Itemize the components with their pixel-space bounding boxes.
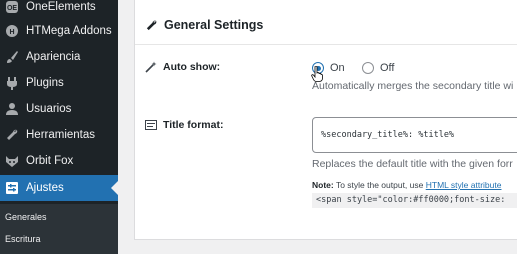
admin-sidebar: OE OneElements H HTMega Addons Aparienci… — [0, 0, 118, 254]
oneelements-icon: OE — [4, 0, 20, 15]
note-prefix: Note: — [312, 180, 334, 190]
text-field-icon — [145, 120, 157, 130]
sidebar-item-label: HTMega Addons — [26, 25, 112, 37]
divider — [135, 44, 517, 45]
wrench-icon — [4, 127, 20, 143]
svg-text:H: H — [9, 29, 14, 36]
magic-wand-icon — [145, 61, 157, 73]
title-format-input[interactable] — [312, 117, 517, 153]
svg-text:OE: OE — [7, 5, 17, 12]
auto-show-off-label[interactable]: Off — [380, 62, 394, 74]
sidebar-item-label: Ajustes — [26, 182, 64, 194]
sidebar-item-oneelements[interactable]: OE OneElements — [0, 0, 118, 20]
sidebar-item-orbit-fox[interactable]: Orbit Fox — [0, 148, 118, 174]
sidebar-item-apariencia[interactable]: Apariencia — [0, 44, 118, 70]
auto-show-description: Automatically merges the secondary title… — [312, 80, 514, 92]
sidebar-item-ajustes[interactable]: Ajustes — [0, 175, 118, 201]
sidebar-item-label: OneElements — [26, 1, 96, 13]
submenu-item-escritura[interactable]: Escritura — [5, 234, 41, 244]
panel-title: General Settings — [145, 18, 263, 32]
auto-show-off-radio[interactable] — [362, 62, 374, 74]
sidebar-submenu: Generales Escritura — [0, 204, 118, 254]
sidebar-item-herramientas[interactable]: Herramientas — [0, 122, 118, 148]
sidebar-item-label: Orbit Fox — [26, 155, 74, 167]
sidebar-item-plugins[interactable]: Plugins — [0, 70, 118, 96]
panel-title-text: General Settings — [164, 18, 264, 32]
htmega-icon: H — [4, 23, 20, 39]
sidebar-item-label: Apariencia — [26, 51, 81, 63]
hand-cursor-icon — [311, 66, 323, 82]
user-icon — [4, 101, 20, 117]
submenu-item-generales[interactable]: Generales — [5, 212, 47, 222]
sidebar-item-label: Herramientas — [26, 129, 96, 141]
fox-icon — [4, 153, 20, 169]
paintbrush-icon — [4, 49, 20, 65]
style-note: Note: To style the output, use HTML styl… — [312, 180, 501, 190]
sidebar-item-usuarios[interactable]: Usuarios — [0, 96, 118, 122]
sidebar-item-label: Usuarios — [26, 103, 72, 115]
auto-show-label: Auto show: — [145, 61, 220, 73]
plugin-icon — [4, 75, 20, 91]
html-style-attribute-link[interactable]: HTML style attribute — [426, 180, 502, 190]
sidebar-item-htmega-addons[interactable]: H HTMega Addons — [0, 18, 118, 44]
title-format-description: Replaces the default title with the give… — [312, 158, 513, 170]
settings-icon — [4, 180, 20, 196]
sidebar-item-label: Plugins — [26, 77, 64, 89]
wrench-icon — [145, 19, 158, 32]
note-text: To style the output, use — [333, 180, 426, 190]
auto-show-on-label[interactable]: On — [330, 62, 345, 74]
title-format-label: Title format: — [145, 119, 223, 131]
code-example: <span style="color:#ff0000;font-size: — [312, 193, 517, 208]
